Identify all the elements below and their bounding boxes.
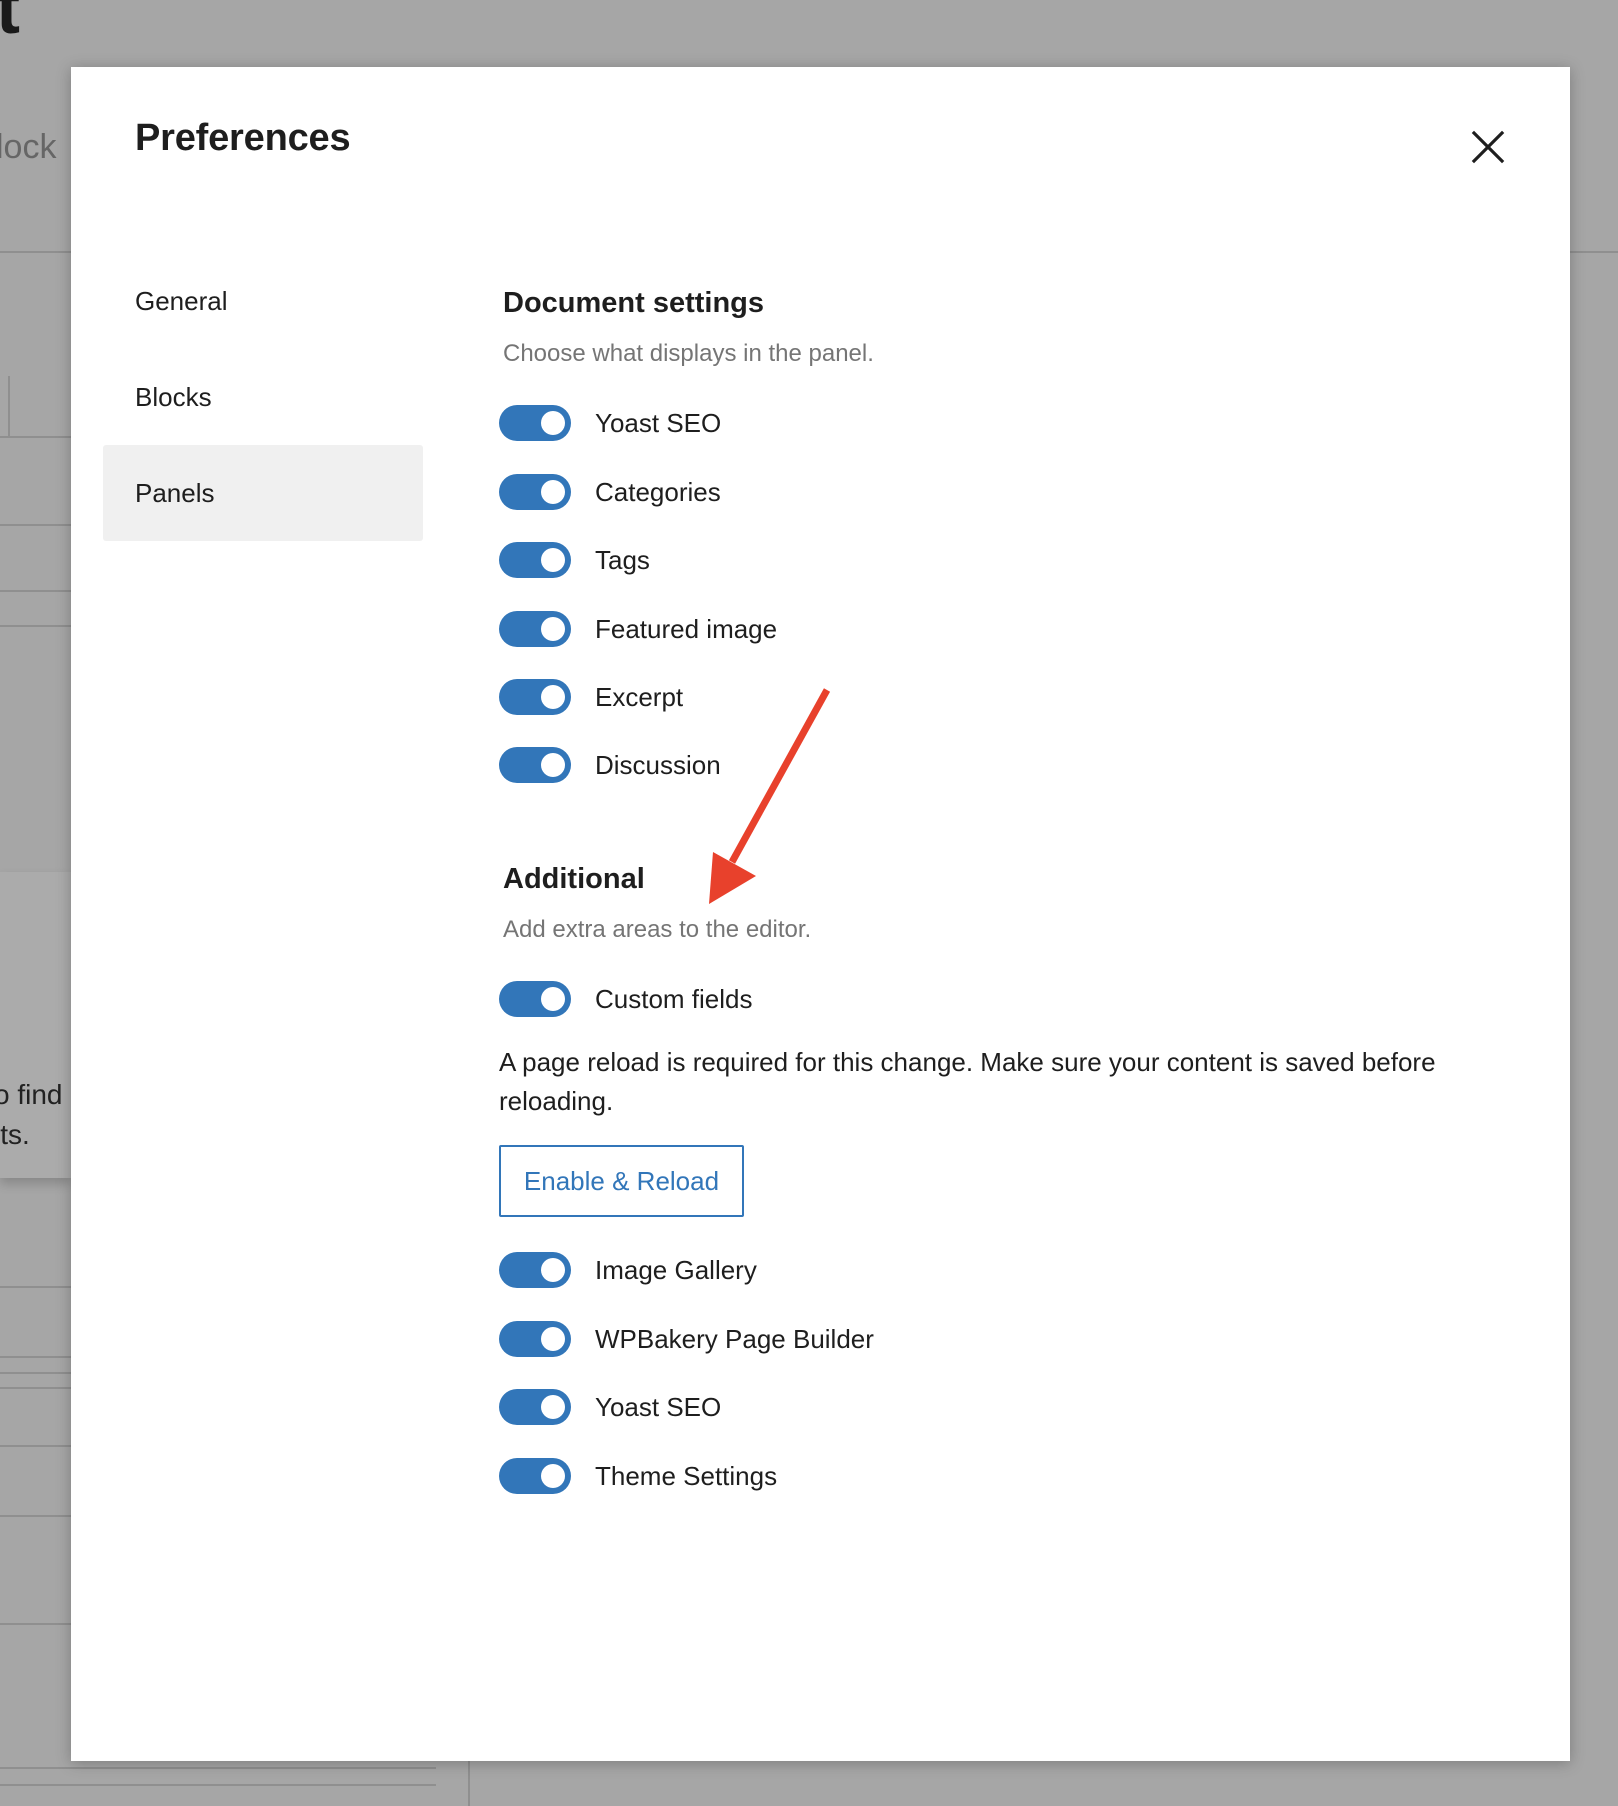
background-text-line: o find — [0, 1079, 63, 1110]
section-title-document-settings: Document settings — [503, 287, 765, 319]
toggle-knob — [541, 987, 565, 1011]
toggle-knob — [541, 1395, 565, 1419]
toggle-label: Excerpt — [595, 681, 684, 712]
toggle-switch[interactable] — [499, 1252, 571, 1288]
toggle-row-featured-image[interactable]: Featured image — [499, 609, 777, 649]
background-heading-fragment: t — [0, 0, 20, 49]
section-description-document-settings: Choose what displays in the panel. — [503, 340, 874, 367]
background-divider — [0, 1387, 72, 1389]
background-divider — [0, 1372, 72, 1374]
toggle-label: Image Gallery — [595, 1254, 757, 1285]
toggle-row-discussion[interactable]: Discussion — [499, 745, 721, 785]
close-button[interactable] — [1460, 119, 1516, 175]
section-description-additional: Add extra areas to the editor. — [503, 916, 812, 943]
section-title-additional: Additional — [503, 863, 645, 895]
background-divider — [0, 1356, 72, 1358]
background-divider — [0, 436, 72, 438]
background-divider — [0, 590, 72, 592]
toggle-row-tags[interactable]: Tags — [499, 540, 650, 580]
toggle-knob — [541, 548, 565, 572]
nav-item-blocks[interactable]: Blocks — [103, 349, 423, 445]
toggle-label: Discussion — [595, 749, 721, 780]
background-text-fragment: o find lts. — [0, 1075, 63, 1155]
toggle-switch[interactable] — [499, 1321, 571, 1357]
toggle-knob — [541, 617, 565, 641]
toggle-switch[interactable] — [499, 981, 571, 1017]
toggle-switch[interactable] — [499, 1458, 571, 1494]
toggle-row-wpbakery-page-builder[interactable]: WPBakery Page Builder — [499, 1319, 874, 1359]
background-divider — [0, 1445, 72, 1447]
preferences-nav: General Blocks Panels — [103, 253, 423, 541]
toggle-knob — [541, 685, 565, 709]
background-divider — [0, 1784, 436, 1786]
toggle-knob — [541, 411, 565, 435]
background-divider — [0, 524, 72, 526]
toggle-knob — [541, 753, 565, 777]
toggle-label: Categories — [595, 476, 721, 507]
toggle-row-excerpt[interactable]: Excerpt — [499, 677, 683, 717]
background-divider — [8, 376, 10, 436]
background-block-label-fragment: lock — [0, 128, 57, 166]
toggle-switch[interactable] — [499, 1389, 571, 1425]
enable-reload-button[interactable]: Enable & Reload — [499, 1145, 744, 1217]
toggle-knob — [541, 1327, 565, 1351]
background-divider — [468, 1761, 470, 1806]
reload-required-note: A page reload is required for this chang… — [499, 1047, 1436, 1116]
background-divider — [1570, 251, 1618, 253]
toggle-knob — [541, 480, 565, 504]
toggle-label: Tags — [595, 544, 650, 575]
modal-title: Preferences — [135, 117, 351, 159]
toggle-knob — [541, 1258, 565, 1282]
toggle-label: Yoast SEO — [595, 1391, 722, 1422]
toggle-row-yoast-seo-additional[interactable]: Yoast SEO — [499, 1387, 721, 1427]
toggle-switch[interactable] — [499, 474, 571, 510]
toggle-knob — [541, 1464, 565, 1488]
background-divider — [0, 1767, 436, 1769]
background-text-line: lts. — [0, 1119, 30, 1150]
toggle-label: WPBakery Page Builder — [595, 1323, 874, 1354]
toggle-switch[interactable] — [499, 611, 571, 647]
toggle-row-theme-settings[interactable]: Theme Settings — [499, 1456, 777, 1496]
nav-item-general[interactable]: General — [103, 253, 423, 349]
close-icon — [1471, 130, 1505, 164]
background-divider — [0, 1623, 72, 1625]
toggle-label: Theme Settings — [595, 1460, 778, 1491]
toggle-label: Featured image — [595, 613, 778, 644]
toggle-row-custom-fields[interactable]: Custom fields — [499, 979, 753, 1019]
background-divider — [0, 1515, 72, 1517]
toggle-row-image-gallery[interactable]: Image Gallery — [499, 1250, 757, 1290]
background-divider — [0, 625, 72, 627]
toggle-row-categories[interactable]: Categories — [499, 472, 721, 512]
toggle-switch[interactable] — [499, 747, 571, 783]
nav-item-panels[interactable]: Panels — [103, 445, 423, 541]
background-divider — [0, 1286, 72, 1288]
toggle-switch[interactable] — [499, 405, 571, 441]
preferences-modal: Preferences General Blocks Panels Docume… — [71, 67, 1570, 1761]
toggle-switch[interactable] — [499, 542, 571, 578]
toggle-switch[interactable] — [499, 679, 571, 715]
background-divider — [0, 251, 72, 253]
toggle-label: Custom fields — [595, 983, 753, 1014]
toggle-label: Yoast SEO — [595, 407, 722, 438]
toggle-row-yoast-seo[interactable]: Yoast SEO — [499, 403, 721, 443]
